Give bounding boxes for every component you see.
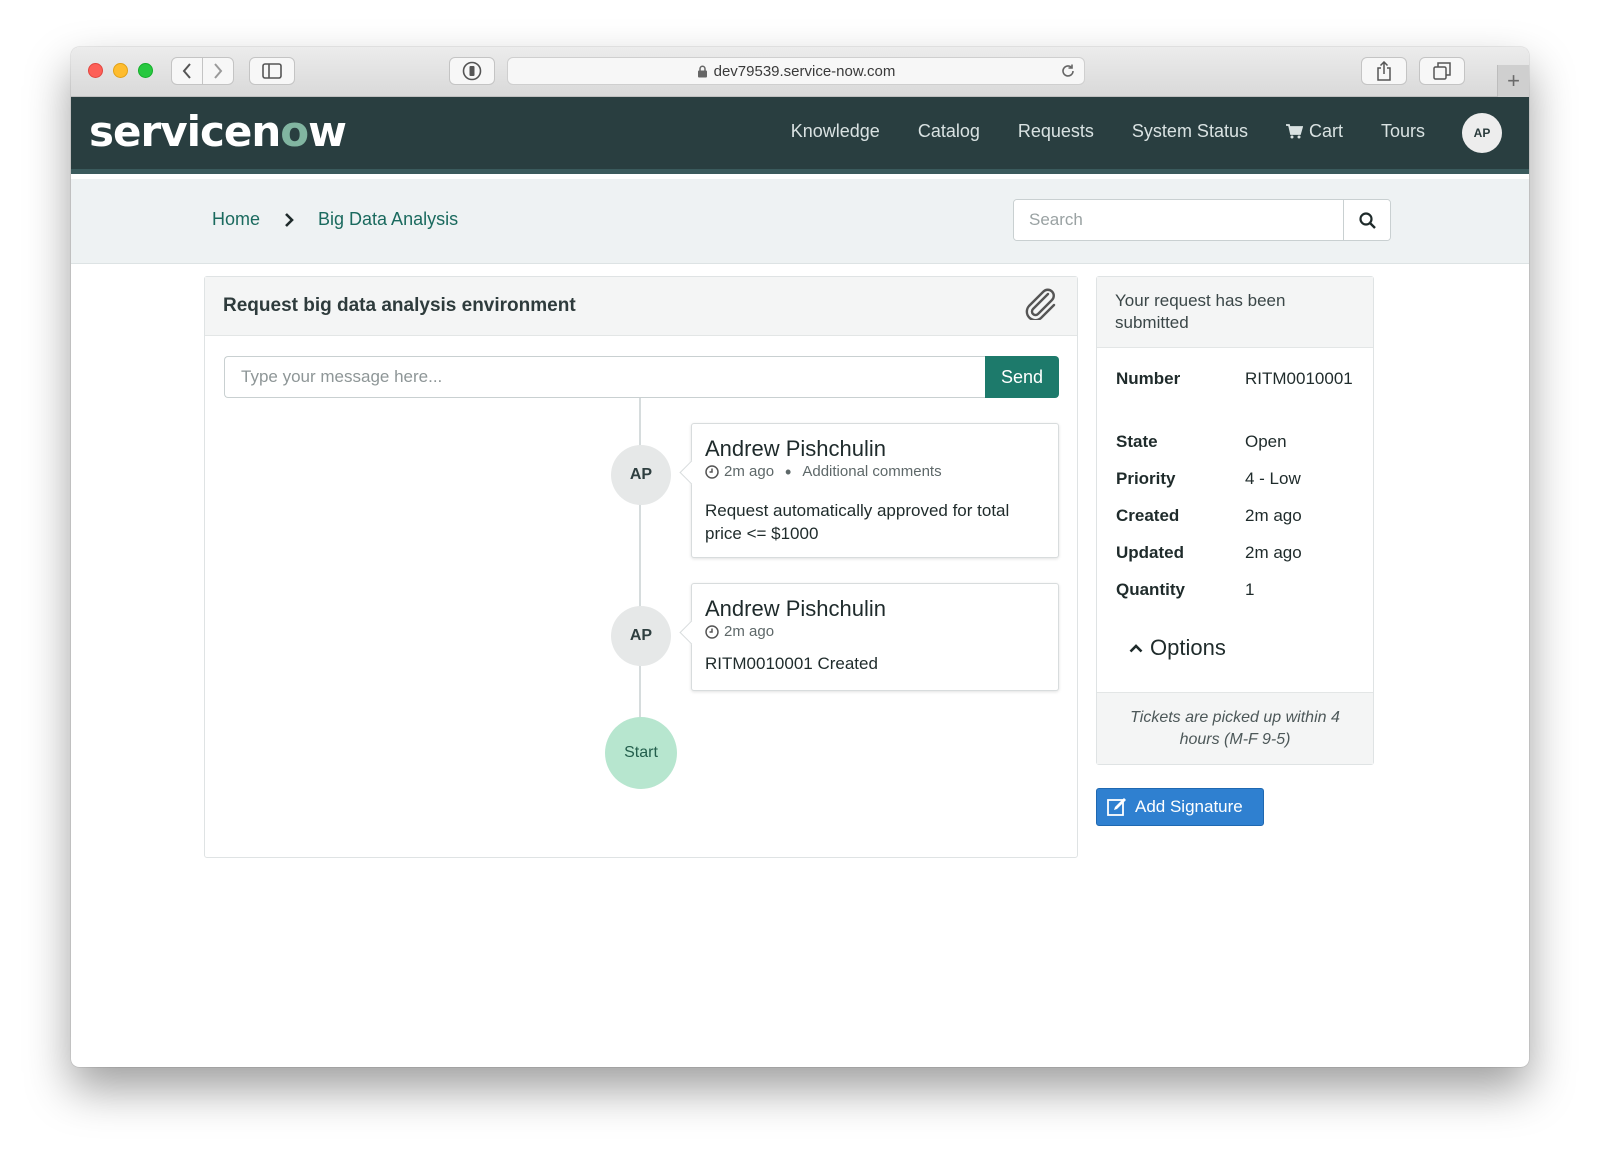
nav-catalog[interactable]: Catalog [918,121,980,142]
entry-body: Request automatically approved for total… [705,501,1010,543]
add-signature-button[interactable]: Add Signature [1096,788,1264,826]
request-card-header: Request big data analysis environment [205,277,1077,336]
new-tab-button[interactable]: + [1497,65,1529,97]
chevron-right-icon [284,212,294,228]
detail-value: 1 [1245,580,1255,599]
nav-knowledge[interactable]: Knowledge [791,121,880,142]
entry-body: RITM0010001 Created [705,654,878,673]
detail-value: Open [1245,432,1287,451]
share-icon [1377,61,1391,81]
message-input[interactable] [224,356,985,398]
detail-label: State [1116,432,1158,451]
close-window-button[interactable] [88,63,103,78]
url-text: dev79539.service-now.com [713,62,896,80]
detail-priority: Priority 4 - Low [1116,466,1361,491]
breadcrumb-current[interactable]: Big Data Analysis [318,209,458,230]
detail-created: Created 2m ago [1116,503,1361,528]
browser-window: dev79539.service-now.com + servicenow Kn… [71,47,1529,1067]
request-title: Request big data analysis environment [223,295,576,316]
search-box [1013,199,1391,241]
activity-entry: Andrew Pishchulin 2m ago • Additional co… [691,423,1059,558]
sidebar-toggle-button[interactable] [249,57,295,85]
lock-icon [697,65,708,78]
entry-type: Additional comments [802,463,942,480]
tabs-icon [1433,62,1451,80]
entry-author: Andrew Pishchulin [705,596,886,621]
nav-system-status[interactable]: System Status [1132,121,1248,142]
detail-value: RITM0010001 [1245,369,1353,388]
search-button[interactable] [1343,200,1390,240]
edit-icon [1107,797,1127,817]
avatar: AP [611,606,671,666]
detail-number: Number RITM0010001 [1116,366,1361,391]
nav-tours[interactable]: Tours [1381,121,1425,142]
sidebar-icon [262,63,282,79]
options-toggle[interactable]: Options [1129,635,1226,661]
top-navigation: Knowledge Catalog Requests System Status… [753,121,1425,142]
minimize-window-button[interactable] [113,63,128,78]
chevron-right-icon [214,63,223,79]
chevron-left-icon [182,63,191,79]
entry-meta: 2m ago • Additional comments [705,461,1045,482]
detail-label: Created [1116,506,1180,525]
sla-note: Tickets are picked up within 4 hours (M-… [1097,692,1373,764]
entry-time: 2m ago [724,623,775,640]
message-composer: Send [224,356,1059,398]
breadcrumb-home[interactable]: Home [212,209,260,230]
request-card: Request big data analysis environment Se… [204,276,1078,858]
detail-label: Updated [1116,543,1184,562]
options-label: Options [1150,635,1226,660]
paperclip-icon[interactable] [1023,288,1059,325]
breadcrumb-bar: Home Big Data Analysis [71,179,1529,264]
forward-button[interactable] [202,57,234,85]
add-signature-label: Add Signature [1135,797,1243,816]
password-icon [462,61,482,81]
breadcrumb: Home Big Data Analysis [212,209,458,230]
nav-cart[interactable]: Cart [1285,121,1343,142]
clock-icon [705,464,719,479]
entry-time: 2m ago [724,463,775,480]
tab-overview-button[interactable] [1419,57,1465,85]
timeline-start: Start [605,717,677,789]
chevron-up-icon [1129,643,1143,653]
detail-label: Number [1116,369,1181,388]
entry-meta: 2m ago [705,623,1045,640]
separator-dot: • [785,461,792,482]
browser-toolbar: dev79539.service-now.com + [71,47,1529,97]
detail-updated: Updated 2m ago [1116,540,1361,565]
detail-quantity: Quantity 1 [1116,577,1361,602]
share-button[interactable] [1361,57,1407,85]
reload-icon[interactable] [1060,63,1076,83]
request-status-panel: Your request has been submitted Number R… [1096,276,1374,765]
activity-entry: Andrew Pishchulin 2m ago RITM0010001 Cre… [691,583,1059,691]
address-bar[interactable]: dev79539.service-now.com [507,57,1085,85]
user-avatar[interactable]: AP [1462,113,1502,153]
send-button[interactable]: Send [985,356,1059,398]
back-button[interactable] [171,57,203,85]
search-icon [1358,211,1376,229]
entry-author: Andrew Pishchulin [705,436,886,461]
cart-icon [1285,124,1303,139]
detail-value: 2m ago [1245,543,1302,562]
detail-value: 4 - Low [1245,469,1301,488]
search-input[interactable] [1014,200,1343,240]
nav-requests[interactable]: Requests [1018,121,1094,142]
detail-label: Priority [1116,469,1176,488]
password-manager-button[interactable] [449,57,495,85]
servicenow-logo[interactable]: servicenow [89,107,347,156]
detail-label: Quantity [1116,580,1185,599]
clock-icon [705,624,719,639]
zoom-window-button[interactable] [138,63,153,78]
status-heading: Your request has been submitted [1097,277,1373,348]
detail-value: 2m ago [1245,506,1302,525]
avatar: AP [611,445,671,505]
portal-header: servicenow Knowledge Catalog Requests Sy… [71,97,1529,174]
plus-icon: + [1507,68,1520,93]
detail-state: State Open [1116,429,1361,454]
